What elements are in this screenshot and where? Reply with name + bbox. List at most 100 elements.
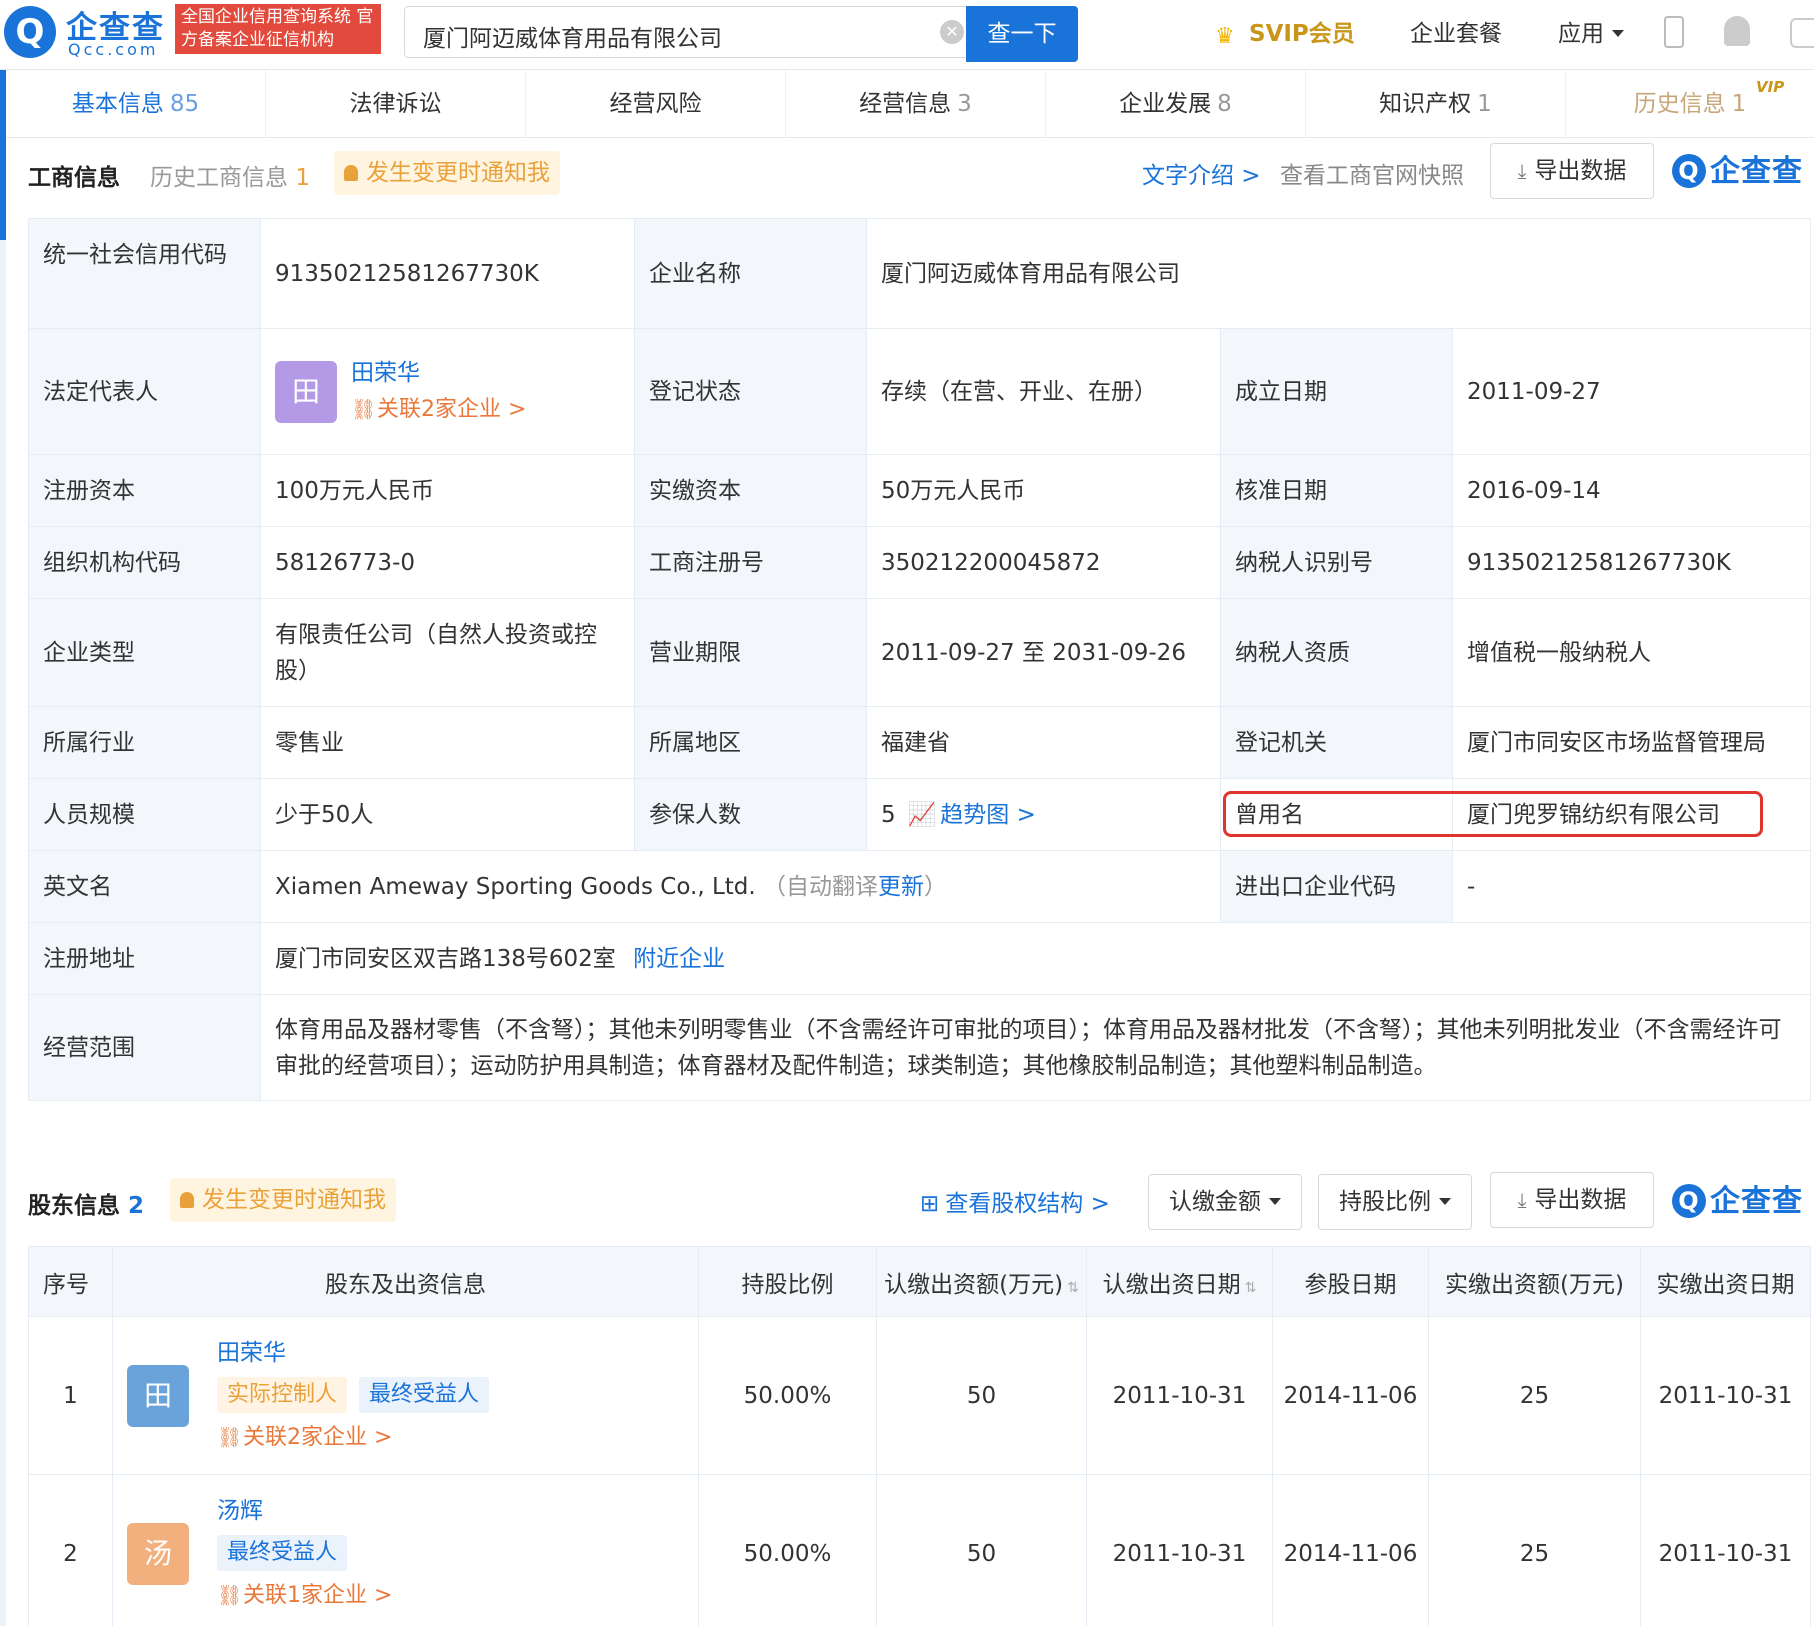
notify-change-button[interactable]: 发生变更时通知我 [170, 1178, 396, 1222]
brand-text: 企查查 [1710, 154, 1803, 189]
trend-link[interactable]: 趋势图 > [940, 802, 1036, 828]
filter-amount-dropdown[interactable]: 认缴金额 [1148, 1174, 1302, 1230]
header-ratio: 持股比例 [698, 1246, 877, 1317]
svip-label: SVIP会员 [1249, 21, 1355, 47]
value-scope: 体育用品及器材零售（不含弩）；其他未列明零售业（不含需经许可审批的项目）；体育用… [259, 994, 1812, 1101]
label-legal-rep: 法定代表人 [28, 328, 261, 455]
shareholder-name-link[interactable]: 汤辉 [217, 1493, 392, 1529]
qcc-logo-icon[interactable]: Q [4, 6, 56, 58]
cell-join-date: 2014-11-06 [1272, 1474, 1429, 1626]
qcc-logo-icon: Q [1672, 154, 1706, 188]
tab-count: 3 [957, 91, 972, 117]
header-paid: 实缴出资额(万元) [1428, 1246, 1641, 1317]
header-label: 认缴出资额(万元) [884, 1271, 1064, 1298]
qcc-watermark: Q 企查查 [1672, 146, 1803, 190]
related-companies-link[interactable]: ⛓关联1家企业 > [217, 1577, 392, 1614]
table-row: 组织机构代码 58126773-0 工商注册号 350212200045872 … [28, 526, 1812, 599]
tab-label: 经营信息 [859, 91, 952, 117]
shareholder-details: 汤辉 最终受益人 ⛓关联1家企业 > [217, 1493, 392, 1614]
shareholder-name-link[interactable]: 田荣华 [217, 1335, 489, 1371]
structure-label: 查看股权结构 > [945, 1191, 1110, 1217]
nearby-companies-link[interactable]: 附近企业 [633, 946, 725, 972]
notify-change-button[interactable]: 发生变更时通知我 [334, 151, 560, 195]
label-paid-capital: 实缴资本 [634, 454, 867, 527]
tab-legal[interactable]: 法律诉讼 [266, 70, 526, 138]
table-row: 注册资本 100万元人民币 实缴资本 50万元人民币 核准日期 2016-09-… [28, 454, 1812, 527]
table-row: 所属行业 零售业 所属地区 福建省 登记机关 厦门市同安区市场监督管理局 [28, 706, 1812, 779]
relation-icon: ⛓ [217, 1425, 243, 1449]
label-tax-qual: 纳税人资质 [1220, 598, 1453, 707]
bell-icon[interactable] [1724, 16, 1750, 46]
related-label: 关联2家企业 > [243, 1425, 393, 1450]
nav-apps[interactable]: 应用 [1558, 14, 1624, 48]
tab-label: 法律诉讼 [349, 91, 442, 117]
legal-rep-info: 田荣华 ⛓关联2家企业 > [351, 355, 526, 428]
label-taxpayer-id: 纳税人识别号 [1220, 526, 1453, 599]
value-company-name: 厦门阿迈威体育用品有限公司 [865, 218, 1812, 329]
cell-paid: 25 [1428, 1474, 1641, 1626]
update-link[interactable]: 更新 [878, 874, 924, 900]
search-button[interactable]: 查一下 [966, 6, 1078, 62]
tab-operation[interactable]: 经营信息 3 [786, 70, 1046, 138]
avatar[interactable]: 田 [127, 1364, 189, 1427]
filter-ratio-dropdown[interactable]: 持股比例 [1318, 1174, 1472, 1230]
avatar[interactable]: 田 [275, 360, 337, 423]
label-org-code: 组织机构代码 [28, 526, 261, 599]
tab-ip[interactable]: 知识产权 1 [1306, 70, 1566, 138]
clear-icon[interactable]: ✕ [940, 20, 964, 44]
value-reg-capital: 100万元人民币 [260, 454, 635, 527]
label-term: 营业期限 [634, 598, 867, 707]
label-approved: 核准日期 [1220, 454, 1453, 527]
history-business-link[interactable]: 历史工商信息 1 [150, 158, 310, 192]
tab-count: 1 [1477, 91, 1492, 117]
related-companies-link[interactable]: ⛓关联2家企业 > [351, 391, 526, 428]
sort-icon: ⇅ [1067, 1279, 1079, 1296]
chevron-down-icon [1439, 1198, 1451, 1205]
header-subscribed[interactable]: 认缴出资额(万元) ⇅ [876, 1246, 1087, 1317]
tab-development[interactable]: 企业发展 8 [1046, 70, 1306, 138]
tag-list: 最终受益人 [217, 1535, 392, 1571]
logo-tagline: 全国企业信用查询系统 官方备案企业征信机构 [175, 4, 381, 54]
tag-list: 实际控制人 最终受益人 [217, 1377, 490, 1413]
label-industry: 所属行业 [28, 706, 261, 779]
value-credit-code: 91350212581267730K [260, 218, 635, 329]
tab-label: 知识产权 [1379, 91, 1472, 117]
table-row: 经营范围 体育用品及器材零售（不含弩）；其他未列明零售业（不含需经许可审批的项目… [28, 994, 1812, 1101]
svip-link[interactable]: ♛ SVIP会员 [1215, 14, 1355, 49]
text-intro-link[interactable]: 文字介绍 > [1142, 156, 1261, 190]
shareholder-info: 汤 汤辉 最终受益人 ⛓关联1家企业 > [113, 1493, 698, 1614]
header-label: 认缴出资日期 [1102, 1271, 1241, 1298]
notify-label: 发生变更时通知我 [366, 160, 550, 186]
value-approved: 2016-09-14 [1451, 454, 1812, 527]
tab-label: 历史信息 [1633, 91, 1726, 117]
cell-ratio: 50.00% [698, 1316, 877, 1475]
structure-icon: ⊞ [920, 1191, 940, 1217]
value-taxpayer-id: 91350212581267730K [1451, 526, 1812, 599]
chevron-down-icon [1269, 1198, 1281, 1205]
tab-bar: 基本信息 85 法律诉讼 经营风险 经营信息 3 企业发展 8 知识产权 1 历史信息 1… [6, 70, 1814, 138]
related-companies-link[interactable]: ⛓关联2家企业 > [217, 1419, 489, 1456]
official-snapshot-link[interactable]: 查看工商官网快照 [1280, 156, 1464, 190]
equity-structure-link[interactable]: ⊞ 查看股权结构 > [920, 1184, 1110, 1218]
label-credit-code: 统一社会信用代码 [28, 218, 261, 329]
cell-paid-date: 2011-10-31 [1640, 1316, 1811, 1475]
legal-rep-name-link[interactable]: 田荣华 [351, 355, 526, 391]
export-data-button[interactable]: ⤓ 导出数据 [1490, 143, 1654, 199]
shareholder-details: 田荣华 实际控制人 最终受益人 ⛓关联2家企业 > [217, 1335, 490, 1456]
header-sub-date[interactable]: 认缴出资日期 ⇅ [1086, 1246, 1273, 1317]
value-region: 福建省 [866, 706, 1221, 779]
tab-basic-info[interactable]: 基本信息 85 [6, 70, 266, 138]
value-industry: 零售业 [260, 706, 635, 779]
search-input[interactable]: 厦门阿迈威体育用品有限公司 [404, 6, 966, 58]
cell-subscribed: 50 [876, 1316, 1087, 1475]
user-icon[interactable] [1790, 18, 1814, 48]
chart-icon: 📈 [907, 801, 937, 828]
tag-beneficiary: 最终受益人 [359, 1377, 490, 1413]
export-data-button[interactable]: ⤓ 导出数据 [1490, 1172, 1654, 1228]
avatar[interactable]: 汤 [127, 1522, 189, 1585]
page: Q 企查查 Qcc.com 全国企业信用查询系统 官方备案企业征信机构 厦门阿迈… [0, 0, 1814, 1626]
nav-packages[interactable]: 企业套餐 [1410, 14, 1502, 48]
tab-risk[interactable]: 经营风险 [526, 70, 786, 138]
phone-icon[interactable] [1664, 16, 1684, 48]
insured-count: 5 [881, 801, 896, 828]
